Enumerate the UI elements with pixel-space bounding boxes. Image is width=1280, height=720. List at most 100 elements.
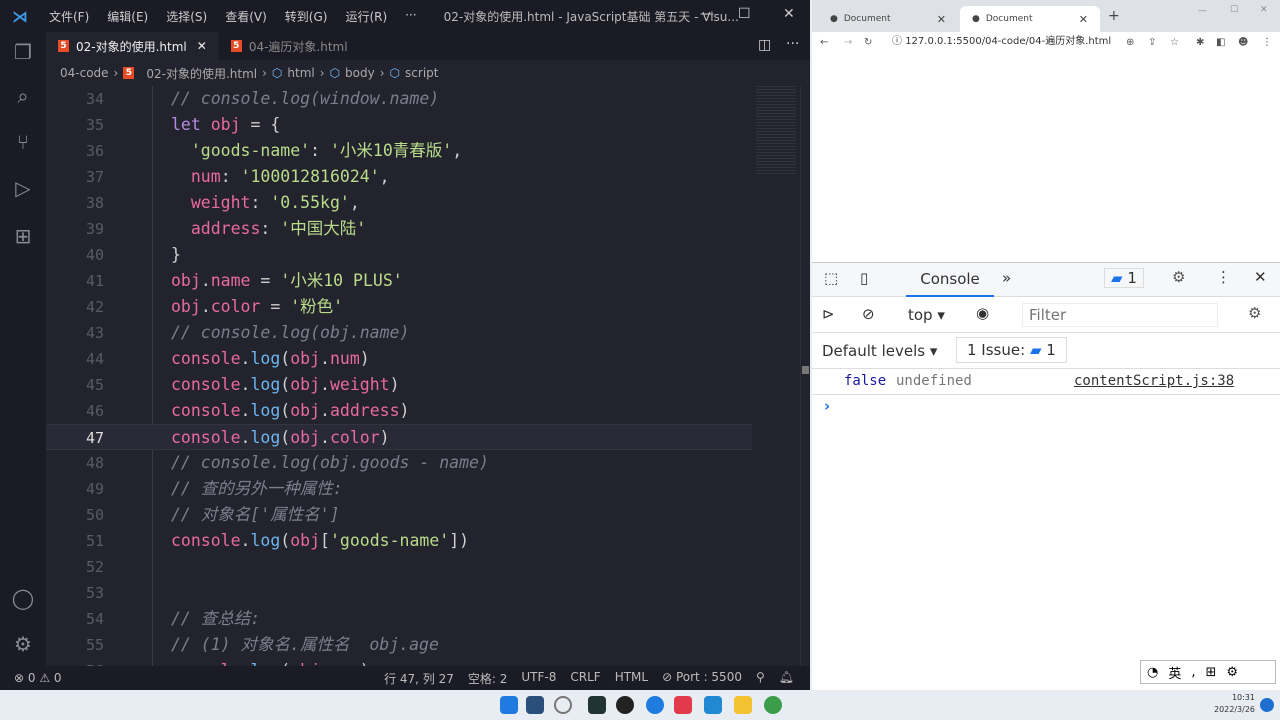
ime-language[interactable]: 英	[1168, 663, 1181, 682]
breadcrumb-file[interactable]: 02-对象的使用.html	[146, 65, 257, 82]
minimize-button[interactable]: —	[1198, 6, 1207, 16]
tab-04-iterate-object[interactable]: 5 04-遍历对象.html	[219, 32, 360, 60]
vscode-taskbar-icon[interactable]	[704, 696, 722, 714]
code-line[interactable]: 48 // console.log(obj.goods - name)	[46, 450, 752, 476]
code-line[interactable]: 50 // 对象名['属性名']	[46, 502, 752, 528]
menu-item[interactable]: ···	[396, 8, 425, 25]
code-line[interactable]: 45 console.log(obj.weight)	[46, 372, 752, 398]
share-icon[interactable]: ⇪	[1148, 37, 1156, 48]
more-actions-icon[interactable]: ···	[786, 36, 799, 52]
close-tab-icon[interactable]: ✕	[197, 39, 207, 53]
clear-console-icon[interactable]: ⊘	[862, 305, 875, 323]
obs-icon[interactable]	[616, 696, 634, 714]
explorer-icon[interactable]: ❐	[11, 40, 35, 64]
close-tab-icon[interactable]: ✕	[1079, 13, 1088, 26]
k-app-icon[interactable]	[646, 696, 664, 714]
code-line[interactable]: 43 // console.log(obj.name)	[46, 320, 752, 346]
editor-scrollbar[interactable]	[800, 86, 810, 666]
zoom-icon[interactable]: ⊕	[1126, 37, 1134, 48]
forward-icon[interactable]: →	[844, 37, 852, 48]
breadcrumb-html[interactable]: html	[287, 66, 314, 80]
chrome-icon[interactable]	[764, 696, 782, 714]
menu-item[interactable]: 运行(R)	[336, 8, 396, 25]
new-tab-button[interactable]: +	[1108, 8, 1120, 24]
split-editor-icon[interactable]: ◫	[758, 37, 771, 53]
code-line[interactable]: 36 'goods-name': '小米10青春版',	[46, 138, 752, 164]
settings-gear-icon[interactable]: ⚙	[1172, 268, 1185, 286]
device-toolbar-icon[interactable]: ▯	[860, 269, 868, 287]
code-line[interactable]: 38 weight: '0.55kg',	[46, 190, 752, 216]
reload-icon[interactable]: ↻	[864, 37, 872, 48]
extensions-icon[interactable]: ✱	[1196, 37, 1204, 48]
browser-tab-2[interactable]: ● Document ✕	[960, 6, 1100, 32]
code-line[interactable]: 40}	[46, 242, 752, 268]
side-panel-icon[interactable]: ◧	[1216, 37, 1225, 48]
breadcrumb-folder[interactable]: 04-code	[60, 66, 109, 80]
minimize-button[interactable]: —	[700, 6, 714, 22]
code-line[interactable]: 41 obj.name = '小米10 PLUS'	[46, 268, 752, 294]
feedback-icon[interactable]: ⚲	[756, 670, 765, 687]
code-line[interactable]: 37 num: '100012816024',	[46, 164, 752, 190]
code-line[interactable]: 42 obj.color = '粉色'	[46, 294, 752, 320]
encoding[interactable]: UTF-8	[521, 670, 556, 687]
more-tabs-icon[interactable]: »	[1002, 269, 1011, 287]
ime-punct-icon[interactable]: ,	[1191, 665, 1195, 680]
code-line[interactable]: 46 console.log(obj.address)	[46, 398, 752, 424]
search-icon[interactable]: ⌕	[11, 84, 35, 108]
code-line[interactable]: 55 // (1) 对象名.属性名 obj.age	[46, 632, 752, 658]
code-line[interactable]: 47 console.log(obj.color)	[46, 424, 752, 450]
close-devtools-icon[interactable]: ✕	[1254, 268, 1267, 286]
live-server-port[interactable]: ⊘ Port : 5500	[662, 670, 742, 687]
menu-item[interactable]: 选择(S)	[157, 8, 216, 25]
code-editor[interactable]: 34 // console.log(window.name) 35 let obj =…	[46, 86, 810, 666]
code-line[interactable]: 34 // console.log(window.name)	[46, 86, 752, 112]
problems-indicator[interactable]: ⊗ 0 ⚠ 0	[14, 671, 62, 685]
menu-item[interactable]: 文件(F)	[40, 8, 98, 25]
code-line[interactable]: 39 address: '中国大陆'	[46, 216, 752, 242]
console-prompt[interactable]: ›	[824, 397, 830, 415]
code-line[interactable]: 51 console.log(obj['goods-name'])	[46, 528, 752, 554]
sidebar-toggle-icon[interactable]: ⊳	[822, 305, 835, 323]
url-input[interactable]: ⓘ 127.0.0.1:5500/04-code/04-遍历对象.html	[892, 33, 1122, 51]
customize-menu-icon[interactable]: ⋮	[1216, 268, 1231, 286]
breadcrumb-script[interactable]: script	[405, 66, 438, 80]
account-icon[interactable]: ◯	[11, 586, 35, 610]
start-windows-icon[interactable]	[500, 696, 518, 714]
language-mode[interactable]: HTML	[615, 670, 648, 687]
code-line[interactable]: 49 // 查的另外一种属性:	[46, 476, 752, 502]
context-selector[interactable]: top ▾	[908, 306, 945, 324]
code-line[interactable]: 54 // 查总结:	[46, 606, 752, 632]
notification-icon[interactable]	[1260, 698, 1274, 712]
minimap[interactable]	[756, 86, 796, 176]
close-button[interactable]: ✕	[1260, 5, 1268, 15]
file-explorer-icon[interactable]	[734, 696, 752, 714]
notifications-icon[interactable]: 🔔︎	[779, 670, 794, 687]
app-icon[interactable]	[554, 696, 572, 714]
wechat-devtools-icon[interactable]	[588, 696, 606, 714]
profile-icon[interactable]: ☻	[1238, 37, 1248, 48]
log-levels-dropdown[interactable]: Default levels ▾	[822, 342, 937, 360]
code-line[interactable]: 35 let obj = {	[46, 112, 752, 138]
ime-mode-icon[interactable]: ◔	[1147, 665, 1158, 680]
menu-item[interactable]: 编辑(E)	[98, 8, 157, 25]
cursor-position[interactable]: 行 47, 列 27	[384, 670, 454, 687]
close-tab-icon[interactable]: ✕	[937, 13, 946, 26]
ime-keyboard-icon[interactable]: ⊞	[1206, 665, 1217, 680]
code-line[interactable]: 52	[46, 554, 752, 580]
run-debug-icon[interactable]: ▷	[11, 176, 35, 200]
source-control-icon[interactable]: ⑂	[11, 130, 35, 154]
code-line[interactable]: 44 console.log(obj.num)	[46, 346, 752, 372]
app-red-icon[interactable]	[674, 696, 692, 714]
filter-input[interactable]	[1022, 303, 1218, 327]
clock[interactable]: 10:31 2022/3/26	[1214, 692, 1255, 716]
issues-button[interactable]: ▰ 1	[1104, 268, 1144, 288]
indentation[interactable]: 空格: 2	[468, 670, 508, 687]
console-settings-icon[interactable]: ⚙	[1248, 304, 1261, 322]
live-expression-eye-icon[interactable]: ◉	[976, 304, 989, 322]
menu-item[interactable]: 转到(G)	[276, 8, 337, 25]
settings-gear-icon[interactable]: ⚙	[11, 632, 35, 656]
tab-console[interactable]: Console	[906, 263, 994, 297]
close-button[interactable]: ✕	[783, 6, 795, 22]
maximize-button[interactable]: ☐	[738, 6, 751, 22]
browser-menu-icon[interactable]: ⋮	[1262, 37, 1272, 48]
